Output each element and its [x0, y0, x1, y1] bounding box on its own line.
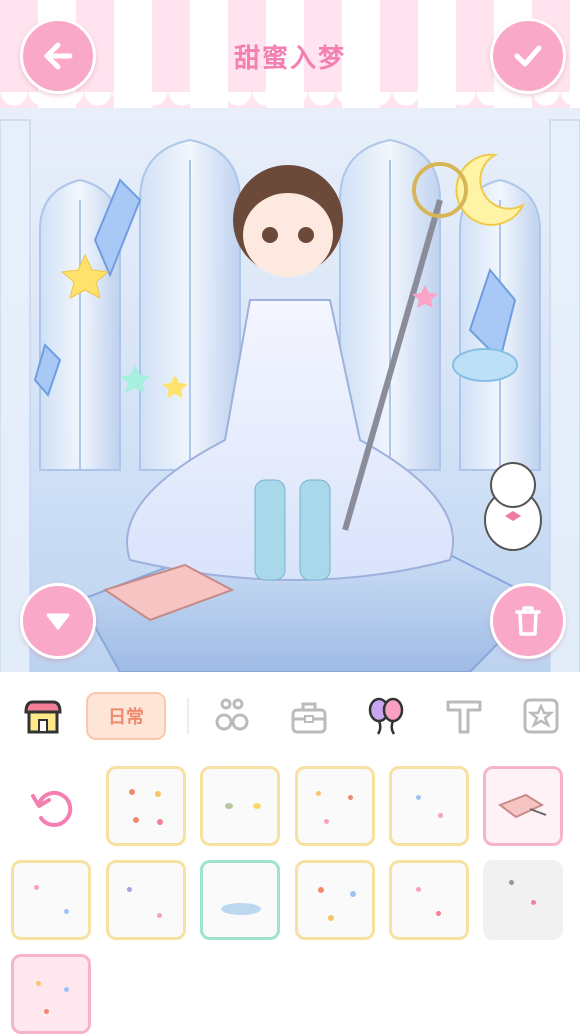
- item-slot[interactable]: [106, 860, 186, 940]
- star-frame-icon: [523, 698, 559, 734]
- item-slot[interactable]: [11, 954, 91, 1034]
- confirm-button[interactable]: [490, 18, 566, 94]
- tab-text[interactable]: [442, 694, 486, 738]
- balloon-icon: [368, 697, 404, 735]
- item-slot[interactable]: [200, 860, 280, 940]
- item-slot[interactable]: [200, 766, 280, 846]
- trash-icon: [515, 606, 541, 636]
- item-slot-selected[interactable]: [483, 766, 563, 846]
- item-slot[interactable]: [295, 860, 375, 940]
- flower-accessory-icon: [215, 698, 249, 731]
- item-slot[interactable]: [295, 766, 375, 846]
- header-scallop-edge: [0, 92, 580, 116]
- book-item-icon: [497, 793, 547, 819]
- item-slot[interactable]: [389, 766, 469, 846]
- check-icon: [514, 45, 542, 67]
- item-slot[interactable]: [106, 766, 186, 846]
- tab-daily[interactable]: 日常: [86, 692, 166, 740]
- toolbar-divider: [187, 698, 189, 734]
- item-slot[interactable]: [389, 860, 469, 940]
- arrow-left-icon: [44, 42, 73, 70]
- back-button[interactable]: [20, 18, 96, 94]
- text-t-icon: [446, 700, 482, 734]
- collapse-button[interactable]: [20, 583, 96, 659]
- reset-icon: [31, 790, 73, 827]
- shop-icon: [24, 700, 62, 734]
- bag-icon: [291, 702, 327, 734]
- item-slot-locked[interactable]: [483, 860, 563, 940]
- shop-button[interactable]: [21, 694, 65, 738]
- delete-button[interactable]: [490, 583, 566, 659]
- tab-accessory[interactable]: [210, 694, 254, 738]
- tab-bag[interactable]: [287, 694, 331, 738]
- tab-balloon[interactable]: [364, 694, 408, 738]
- tab-sticker[interactable]: [519, 694, 563, 738]
- reset-button[interactable]: [27, 782, 79, 834]
- item-slot[interactable]: [11, 860, 91, 940]
- triangle-down-icon: [46, 613, 70, 630]
